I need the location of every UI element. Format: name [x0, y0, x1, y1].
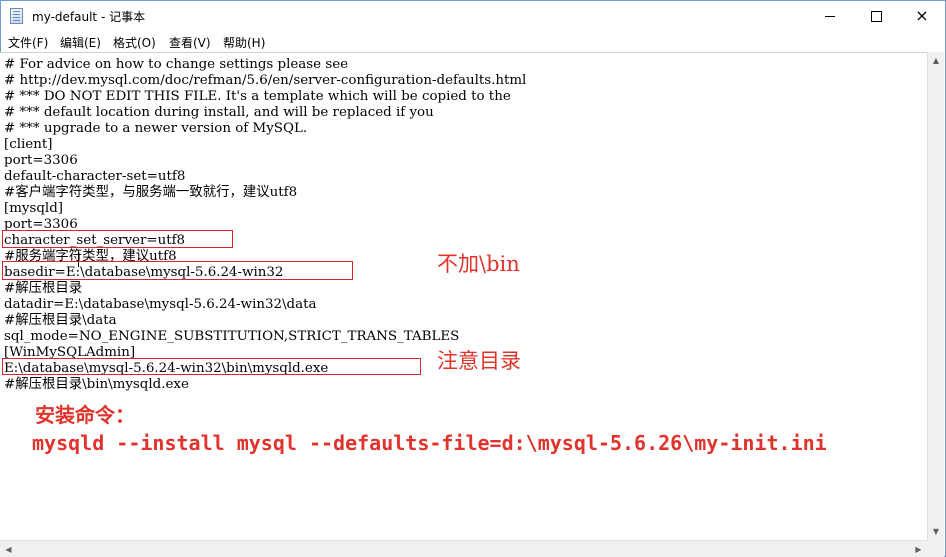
install-command-label: 安装命令：	[35, 403, 135, 427]
close-icon: ×	[915, 6, 929, 25]
maximize-button[interactable]	[853, 1, 899, 31]
basedir-note: 不加\bin	[437, 252, 520, 276]
window-title: my-default - 记事本	[32, 10, 146, 24]
editor-line: port=3306	[4, 153, 78, 168]
editor-line: #解压根目录\bin\mysqld.exe	[4, 377, 189, 392]
highlight-box-mysqld-path	[2, 358, 421, 375]
close-button[interactable]: ×	[899, 1, 945, 31]
scroll-left-icon[interactable]: ◀	[0, 541, 17, 557]
minimize-icon	[825, 15, 835, 17]
menu-view[interactable]: 查看(V)	[169, 34, 211, 51]
text-editor[interactable]: # For advice on how to change settings p…	[0, 52, 927, 541]
editor-line: datadir=E:\database\mysql-5.6.24-win32\d…	[4, 297, 317, 312]
notepad-icon	[10, 8, 23, 24]
install-command: mysqld --install mysql --defaults-file=d…	[32, 431, 827, 455]
minimize-button[interactable]	[807, 1, 853, 31]
scroll-down-icon[interactable]: ▼	[928, 523, 944, 540]
path-note: 注意目录	[437, 349, 521, 373]
menu-format[interactable]: 格式(O)	[113, 34, 156, 51]
editor-lines: # For advice on how to change settings p…	[4, 57, 526, 393]
editor-line: # http://dev.mysql.com/doc/refman/5.6/en…	[4, 73, 527, 88]
editor-line: # For advice on how to change settings p…	[4, 57, 349, 72]
editor-line: #解压根目录	[4, 281, 83, 296]
editor-line: #客户端字符类型，与服务端一致就行，建议utf8	[4, 185, 298, 200]
menu-file[interactable]: 文件(F)	[8, 34, 48, 51]
menu-help[interactable]: 帮助(H)	[223, 34, 265, 51]
title-bar[interactable]: my-default - 记事本 ×	[1, 1, 945, 31]
highlight-box-basedir	[2, 261, 353, 280]
editor-line: [mysqld]	[4, 201, 64, 216]
editor-line: # *** upgrade to a newer version of MySQ…	[4, 121, 308, 136]
editor-line: #解压根目录\data	[4, 313, 117, 328]
maximize-icon	[870, 10, 882, 22]
menu-bar: 文件(F) 编辑(E) 格式(O) 查看(V) 帮助(H)	[1, 31, 945, 52]
highlight-box-character-set	[2, 230, 233, 248]
editor-line: default-character-set=utf8	[4, 169, 186, 184]
scroll-right-icon[interactable]: ▶	[910, 541, 927, 557]
menu-edit[interactable]: 编辑(E)	[60, 34, 101, 51]
horizontal-scrollbar[interactable]: ◀ ▶	[0, 540, 927, 557]
scroll-up-icon[interactable]: ▲	[928, 52, 944, 69]
editor-line: # *** default location during install, a…	[4, 105, 434, 120]
scrollbar-corner	[927, 540, 944, 557]
editor-line: [client]	[4, 137, 53, 152]
editor-line: # *** DO NOT EDIT THIS FILE. It's a temp…	[4, 89, 511, 104]
vertical-scrollbar[interactable]: ▲ ▼	[927, 52, 944, 540]
editor-line: sql_mode=NO_ENGINE_SUBSTITUTION,STRICT_T…	[4, 329, 460, 344]
